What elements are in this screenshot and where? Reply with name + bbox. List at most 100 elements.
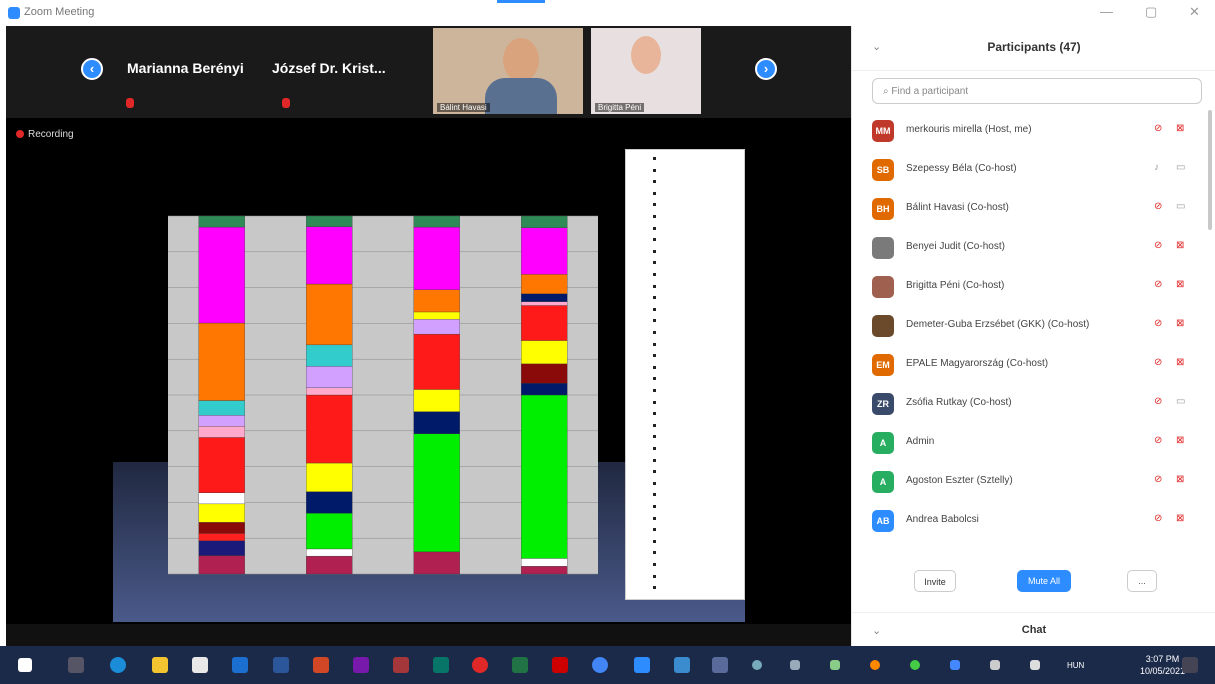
windows-start-icon[interactable] xyxy=(18,658,32,672)
participant-row[interactable]: AB Andrea Babolcsi ⊘ ⊠ xyxy=(852,502,1215,540)
access-icon[interactable] xyxy=(393,657,409,673)
video-off-icon[interactable]: ⊠ xyxy=(1176,318,1184,329)
tray-icon[interactable] xyxy=(752,660,762,670)
muted-mic-icon[interactable]: ⊘ xyxy=(1154,435,1162,446)
participant-row[interactable]: Demeter-Guba Erzsébet (GKK) (Co-host) ⊘ ⊠ xyxy=(852,307,1215,345)
muted-mic-icon[interactable]: ⊘ xyxy=(1154,240,1162,251)
video-tile[interactable]: Bálint Havasi xyxy=(433,28,583,114)
legend-entry xyxy=(653,574,658,579)
app-icon[interactable] xyxy=(552,657,568,673)
file-explorer-icon[interactable] xyxy=(152,657,168,673)
restore-button[interactable]: ▢ xyxy=(1145,4,1157,20)
legend-entry xyxy=(653,237,658,242)
avatar: ZR xyxy=(872,393,894,415)
photos-icon[interactable] xyxy=(674,657,690,673)
video-tile-label: Bálint Havasi xyxy=(437,103,490,112)
video-off-icon[interactable]: ⊠ xyxy=(1176,513,1184,524)
bar-segment xyxy=(198,540,245,556)
muted-mic-icon[interactable]: ⊘ xyxy=(1154,474,1162,485)
tray-icon[interactable] xyxy=(830,660,840,670)
participant-search-input[interactable]: ⌕ Find a participant xyxy=(872,78,1202,104)
muted-mic-icon[interactable]: ⊘ xyxy=(1154,201,1162,212)
invite-button[interactable]: Invite xyxy=(914,570,956,592)
legend-entry xyxy=(653,585,658,590)
participant-name: Szepessy Béla (Co-host) xyxy=(906,163,1017,174)
video-icon[interactable]: ▭ xyxy=(1176,396,1185,407)
muted-mic-icon[interactable]: ⊘ xyxy=(1154,318,1162,329)
tray-icon[interactable] xyxy=(990,660,1000,670)
bar-segment xyxy=(521,293,568,302)
video-tile[interactable]: Brigitta Péni xyxy=(591,28,701,114)
taskbar-clock[interactable]: 3:07 PM 10/05/2021 xyxy=(1140,653,1185,677)
store-icon[interactable] xyxy=(192,657,208,673)
bar-segment xyxy=(521,305,568,341)
muted-mic-icon[interactable]: ⊘ xyxy=(1154,357,1162,368)
next-page-button[interactable]: › xyxy=(755,58,777,80)
publisher-icon[interactable] xyxy=(433,657,449,673)
minimize-button[interactable]: — xyxy=(1100,4,1113,19)
avatar: BH xyxy=(872,198,894,220)
volume-icon[interactable] xyxy=(1030,660,1040,670)
muted-mic-icon[interactable]: ⊘ xyxy=(1154,123,1162,134)
legend-entry xyxy=(653,156,658,161)
language-indicator[interactable]: HUN xyxy=(1067,661,1084,670)
opera-icon[interactable] xyxy=(472,657,488,673)
task-view-icon[interactable] xyxy=(68,657,84,673)
participant-row[interactable]: MM merkouris mirella (Host, me) ⊘ ⊠ xyxy=(852,112,1215,150)
participant-row[interactable]: ZR Zsófia Rutkay (Co-host) ⊘ ▭ xyxy=(852,385,1215,423)
bar-segment xyxy=(306,555,353,575)
chrome-icon[interactable] xyxy=(592,657,608,673)
bar-segment xyxy=(198,415,245,427)
chat-section-header[interactable]: ⌄ Chat xyxy=(852,612,1215,647)
video-icon[interactable]: ▭ xyxy=(1176,201,1185,212)
video-off-icon[interactable]: ⊠ xyxy=(1176,240,1184,251)
mic-icon[interactable]: ♪ xyxy=(1154,162,1159,173)
tray-icon[interactable] xyxy=(950,660,960,670)
prev-page-button[interactable]: ‹ xyxy=(81,58,103,80)
video-off-icon[interactable]: ⊠ xyxy=(1176,123,1184,134)
tray-icon[interactable] xyxy=(790,660,800,670)
pinned-app-icon[interactable] xyxy=(712,657,728,673)
video-off-icon[interactable]: ⊠ xyxy=(1176,279,1184,290)
zoom-icon[interactable] xyxy=(634,657,650,673)
participant-row[interactable]: A Admin ⊘ ⊠ xyxy=(852,424,1215,462)
edge-browser-icon[interactable] xyxy=(110,657,126,673)
legend-entry xyxy=(653,249,658,254)
legend-entry xyxy=(653,214,658,219)
participant-row[interactable]: Brigitta Péni (Co-host) ⊘ ⊠ xyxy=(852,268,1215,306)
legend-entry xyxy=(653,446,658,451)
gallery-strip: ‹ Marianna Berényi József Dr. Krist... B… xyxy=(6,26,851,118)
more-options-button[interactable]: ... xyxy=(1127,570,1157,592)
legend-entry xyxy=(653,202,658,207)
legend-entry xyxy=(653,376,658,381)
tray-icon[interactable] xyxy=(870,660,880,670)
mute-all-button[interactable]: Mute All xyxy=(1017,570,1071,592)
close-button[interactable]: ✕ xyxy=(1189,4,1200,20)
tile-name: Marianna Berényi xyxy=(127,60,244,76)
onenote-icon[interactable] xyxy=(353,657,369,673)
excel-icon[interactable] xyxy=(512,657,528,673)
participant-row[interactable]: EM EPALE Magyarország (Co-host) ⊘ ⊠ xyxy=(852,346,1215,384)
muted-mic-icon[interactable]: ⊘ xyxy=(1154,513,1162,524)
zoom-logo-icon xyxy=(8,7,20,19)
participant-row[interactable]: SB Szepessy Béla (Co-host) ♪ ▭ xyxy=(852,151,1215,189)
participant-list-scrollbar[interactable] xyxy=(1208,110,1212,230)
chat-title: Chat xyxy=(1021,624,1047,636)
video-off-icon[interactable]: ⊠ xyxy=(1176,474,1184,485)
muted-mic-icon[interactable]: ⊘ xyxy=(1154,396,1162,407)
mail-icon[interactable] xyxy=(232,657,248,673)
word-icon[interactable] xyxy=(273,657,289,673)
participant-row[interactable]: A Agoston Eszter (Sztelly) ⊘ ⊠ xyxy=(852,463,1215,501)
participant-row[interactable]: Benyei Judit (Co-host) ⊘ ⊠ xyxy=(852,229,1215,267)
legend-entry xyxy=(653,295,658,300)
powerpoint-icon[interactable] xyxy=(313,657,329,673)
video-off-icon[interactable]: ⊠ xyxy=(1176,357,1184,368)
tray-icon[interactable] xyxy=(910,660,920,670)
video-off-icon[interactable]: ⊠ xyxy=(1176,435,1184,446)
muted-mic-icon[interactable]: ⊘ xyxy=(1154,279,1162,290)
video-icon[interactable]: ▭ xyxy=(1176,162,1185,173)
participant-actions: Invite Mute All ... xyxy=(852,560,1215,600)
bar-segment xyxy=(521,227,568,275)
notifications-icon[interactable] xyxy=(1182,657,1198,673)
participant-row[interactable]: BH Bálint Havasi (Co-host) ⊘ ▭ xyxy=(852,190,1215,228)
